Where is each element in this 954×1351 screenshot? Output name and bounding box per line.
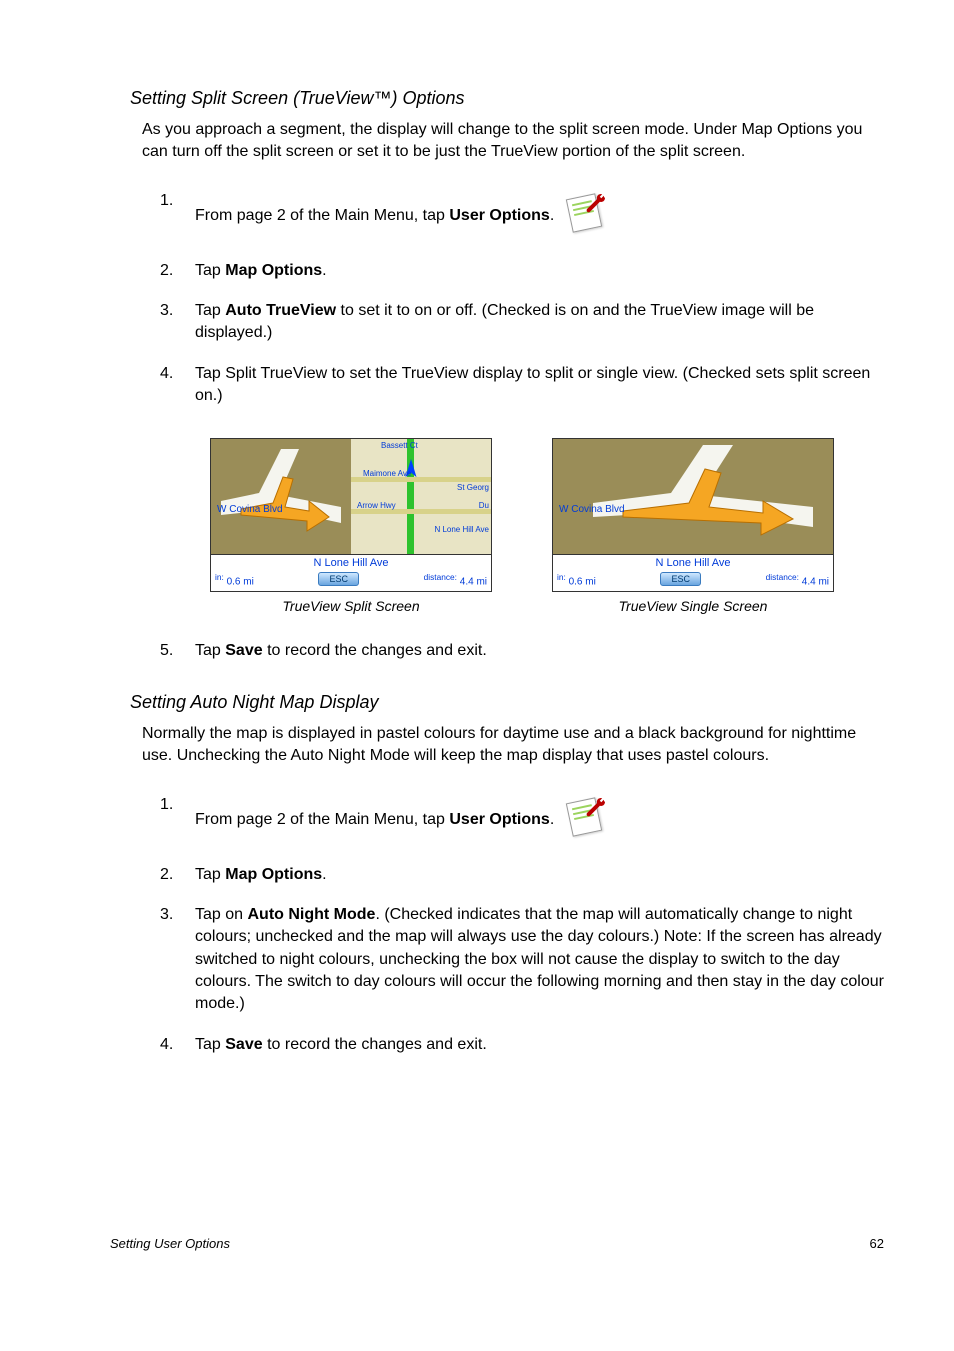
step-text: .	[550, 811, 554, 828]
step-body: Tap Save to record the changes and exit.	[195, 640, 884, 662]
turn-arrow-icon	[221, 449, 341, 539]
next-street-label: N Lone Hill Ave	[553, 555, 833, 572]
step-number: 4.	[130, 1034, 195, 1056]
step-number: 4.	[130, 363, 195, 385]
section-title-autonight: Setting Auto Night Map Display	[130, 692, 884, 713]
step-bold: User Options	[449, 811, 549, 828]
street-label: W Covina Blvd	[217, 504, 283, 515]
step-body: From page 2 of the Main Menu, tap User O…	[195, 190, 884, 241]
map-label: Arrow Hwy	[357, 501, 396, 510]
step-number: 1.	[130, 190, 195, 212]
intro-paragraph-autonight: Normally the map is displayed in pastel …	[142, 723, 884, 766]
street-label: W Covina Blvd	[559, 504, 625, 515]
distance-in: in: 0.6 mi	[557, 572, 596, 587]
step-body: Tap Map Options.	[195, 260, 884, 282]
footer-page-number: 62	[870, 1236, 884, 1251]
distance-total: distance: 4.4 mi	[766, 572, 829, 587]
user-options-icon	[565, 794, 609, 845]
footer-section-name: Setting User Options	[110, 1236, 230, 1251]
step-text: Tap	[195, 642, 225, 659]
step-text: .	[322, 866, 326, 883]
step-bold: Save	[225, 642, 262, 659]
step-number: 1.	[130, 794, 195, 816]
step-number: 2.	[130, 260, 195, 282]
step-text: .	[550, 207, 554, 224]
step-number: 3.	[130, 300, 195, 322]
esc-button[interactable]: ESC	[660, 572, 701, 586]
map-label: N Lone Hill Ave	[434, 525, 489, 534]
figure-caption: TrueView Split Screen	[210, 598, 492, 614]
next-street-label: N Lone Hill Ave	[211, 555, 491, 572]
map-label: Maimone Ave	[363, 469, 411, 478]
step-text: Tap	[195, 866, 225, 883]
step-bold: User Options	[449, 207, 549, 224]
step-number: 3.	[130, 904, 195, 926]
step-text: to record the changes and exit.	[263, 642, 487, 659]
step-bold: Auto Night Mode	[247, 906, 375, 923]
step-text: Tap on	[195, 906, 247, 923]
figure-single-screen: W Covina Blvd N Lone Hill Ave in: 0.6 mi…	[552, 438, 834, 614]
figure-caption: TrueView Single Screen	[552, 598, 834, 614]
step-text: .	[322, 262, 326, 279]
figure-split-screen: W Covina Blvd Bassett Ct Maimone Ave St …	[210, 438, 492, 614]
map-label: Du	[479, 501, 489, 510]
section-title-trueview: Setting Split Screen (TrueView™) Options	[130, 88, 884, 109]
step-text: Tap	[195, 262, 225, 279]
distance-in: in: 0.6 mi	[215, 572, 254, 587]
step-bold: Auto TrueView	[225, 302, 336, 319]
step-number: 5.	[130, 640, 195, 662]
turn-arrow-icon	[593, 445, 813, 545]
step-bold: Save	[225, 1036, 262, 1053]
step-body: From page 2 of the Main Menu, tap User O…	[195, 794, 884, 845]
step-text: Tap	[195, 302, 225, 319]
map-label: St Georg	[457, 483, 489, 492]
intro-paragraph-trueview: As you approach a segment, the display w…	[142, 119, 884, 162]
step-body: Tap on Auto Night Mode. (Checked indicat…	[195, 904, 884, 1016]
step-text: From page 2 of the Main Menu, tap	[195, 811, 449, 828]
step-text: Tap	[195, 1036, 225, 1053]
map-label: Bassett Ct	[381, 441, 418, 450]
esc-button[interactable]: ESC	[318, 572, 359, 586]
step-bold: Map Options	[225, 262, 322, 279]
step-body: Tap Split TrueView to set the TrueView d…	[195, 363, 884, 408]
step-body: Tap Save to record the changes and exit.	[195, 1034, 884, 1056]
distance-total: distance: 4.4 mi	[424, 572, 487, 587]
step-text: to record the changes and exit.	[263, 1036, 487, 1053]
step-bold: Map Options	[225, 866, 322, 883]
step-text: From page 2 of the Main Menu, tap	[195, 207, 449, 224]
step-body: Tap Map Options.	[195, 864, 884, 886]
user-options-icon	[565, 190, 609, 241]
figures-row: W Covina Blvd Bassett Ct Maimone Ave St …	[210, 438, 884, 614]
page-footer: Setting User Options 62	[110, 1236, 884, 1251]
step-body: Tap Auto TrueView to set it to on or off…	[195, 300, 884, 345]
step-number: 2.	[130, 864, 195, 886]
